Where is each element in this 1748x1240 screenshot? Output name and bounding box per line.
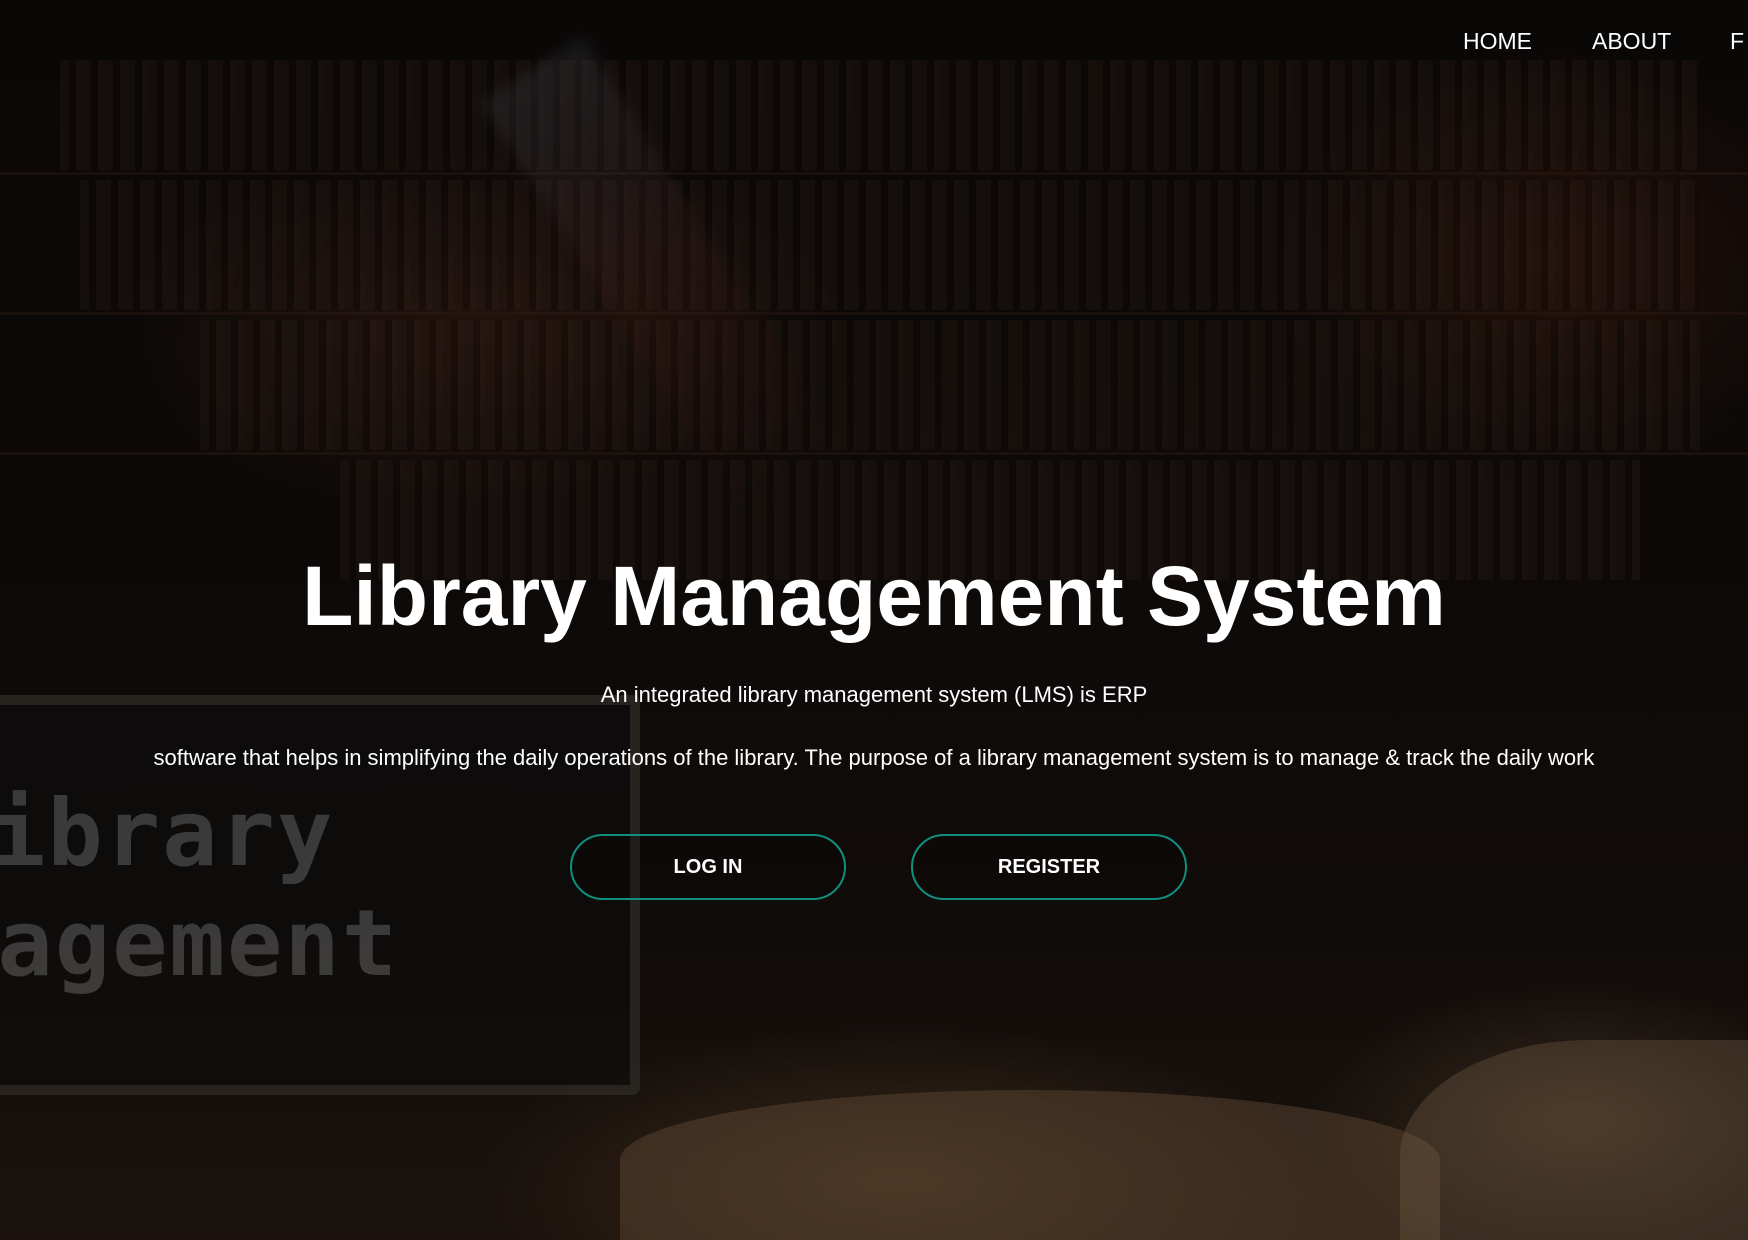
landing-page: ibrary nagement HOME ABOUT F Library Man…: [0, 0, 1748, 1240]
hero-description: software that helps in simplifying the d…: [153, 745, 1595, 770]
hero-subtitle: An integrated library management system …: [600, 682, 1148, 707]
page-title: Library Management System: [302, 549, 1446, 643]
nav-truncated-link[interactable]: F: [1730, 28, 1744, 55]
nav-home-link[interactable]: HOME: [1463, 28, 1532, 55]
nav-about-link[interactable]: ABOUT: [1592, 28, 1671, 55]
login-button[interactable]: LOG IN: [570, 834, 846, 900]
hero-section: Library Management System An integrated …: [0, 548, 1748, 770]
register-button[interactable]: REGISTER: [911, 834, 1187, 900]
